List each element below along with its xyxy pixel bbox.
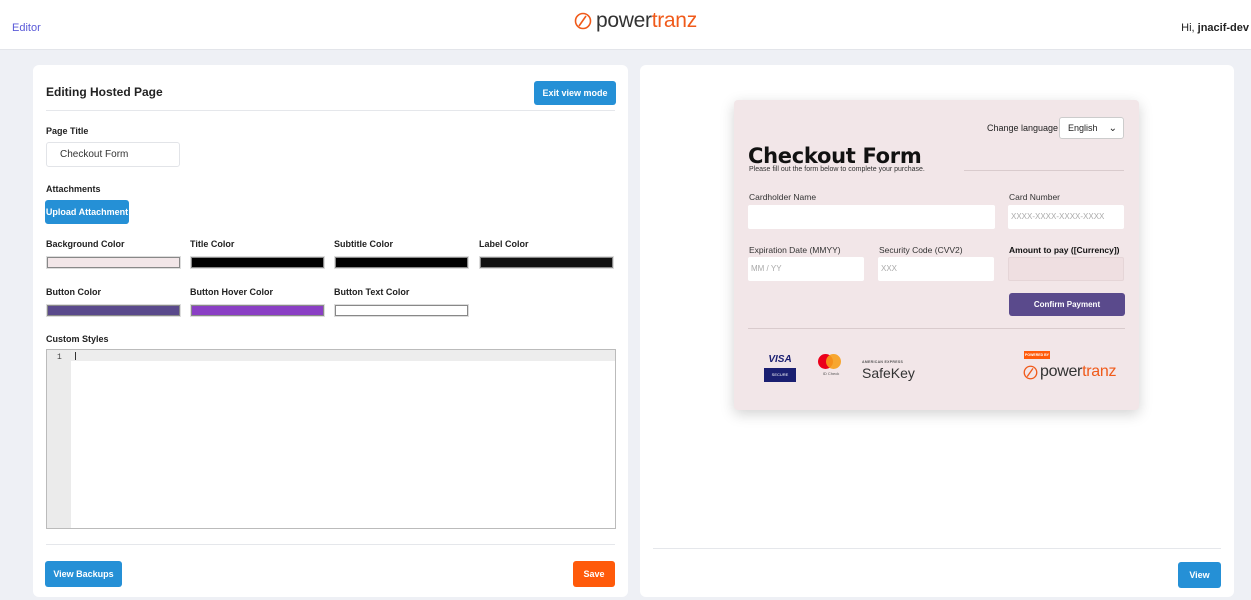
panel-title: Editing Hosted Page xyxy=(46,85,163,99)
top-bar: Editor powertranz Hi, jnacif-dev xyxy=(0,0,1251,50)
card-number-label: Card Number xyxy=(1009,192,1061,202)
button-hover-color-label: Button Hover Color xyxy=(190,287,273,297)
button-color-label: Button Color xyxy=(46,287,101,297)
custom-styles-code-editor[interactable]: 1 xyxy=(46,349,616,529)
attachments-label: Attachments xyxy=(46,184,101,194)
checkout-form-preview: Change language English ⌄ Checkout Form … xyxy=(734,100,1139,410)
background-color-swatch[interactable] xyxy=(46,256,181,269)
card-number-input[interactable]: XXXX-XXXX-XXXX-XXXX xyxy=(1008,205,1124,229)
view-button[interactable]: View xyxy=(1178,562,1221,588)
text-cursor xyxy=(75,352,76,360)
powertranz-footer-logo: powertranz xyxy=(1023,364,1116,380)
safekey-text: SafeKey xyxy=(862,365,915,381)
amount-to-pay-input xyxy=(1008,257,1124,281)
brand-text-tranz: tranz xyxy=(651,9,697,32)
cardholder-name-input[interactable] xyxy=(748,205,995,229)
editor-link[interactable]: Editor xyxy=(12,22,41,34)
powertranz-logo-icon xyxy=(1023,365,1038,379)
button-text-color-swatch[interactable] xyxy=(334,304,469,317)
button-color-swatch[interactable] xyxy=(46,304,181,317)
line-number-gutter: 1 xyxy=(47,350,71,528)
change-language-label: Change language xyxy=(987,123,1059,133)
powertranz-logo-icon xyxy=(574,12,592,29)
page-title-label: Page Title xyxy=(46,126,89,136)
language-select[interactable]: English ⌄ xyxy=(1059,117,1124,139)
visa-secure-text: SECURE xyxy=(764,368,796,382)
editor-panel: Editing Hosted Page Exit view mode Page … xyxy=(33,65,628,597)
page-title-input[interactable]: Checkout Form xyxy=(46,142,180,167)
expiration-date-label: Expiration Date (MMYY) xyxy=(749,245,841,255)
button-text-color-label: Button Text Color xyxy=(334,287,410,297)
username: jnacif-dev xyxy=(1197,22,1249,34)
divider xyxy=(653,548,1221,549)
greeting-text: Hi, xyxy=(1181,22,1198,34)
amex-text: AMERICAN EXPRESS xyxy=(862,360,904,364)
label-color-label: Label Color xyxy=(479,239,529,249)
powertranz-logo: powertranz xyxy=(574,10,697,31)
brand-text-tranz: tranz xyxy=(1082,363,1117,380)
subtitle-color-label: Subtitle Color xyxy=(334,239,393,249)
confirm-payment-button[interactable]: Confirm Payment xyxy=(1009,293,1125,316)
language-value: English xyxy=(1068,123,1098,133)
visa-text: VISA xyxy=(768,354,792,365)
amount-to-pay-label: Amount to pay ([Currency]) xyxy=(1009,245,1120,255)
cardholder-name-label: Cardholder Name xyxy=(749,192,817,202)
divider xyxy=(748,328,1125,329)
title-color-swatch[interactable] xyxy=(190,256,325,269)
active-line-highlight xyxy=(71,350,615,361)
upload-attachment-button[interactable]: Upload Attachment xyxy=(45,200,129,224)
checkout-subtitle: Please fill out the form below to comple… xyxy=(749,166,925,173)
line-number: 1 xyxy=(57,353,62,362)
expiration-date-input[interactable]: MM / YY xyxy=(748,257,864,281)
divider xyxy=(964,170,1124,171)
brand-text-power: power xyxy=(1040,363,1083,380)
custom-styles-label: Custom Styles xyxy=(46,334,109,344)
user-greeting[interactable]: Hi, jnacif-dev xyxy=(1181,22,1249,34)
powered-by-badge: POWERED BY xyxy=(1024,351,1050,359)
mastercard-id-check-logo: ID Check xyxy=(816,352,846,382)
security-code-input[interactable]: XXX xyxy=(878,257,994,281)
amex-safekey-logo: AMERICAN EXPRESS SafeKey xyxy=(862,360,915,381)
visa-secure-logo: VISA SECURE xyxy=(764,352,796,384)
exit-view-mode-button[interactable]: Exit view mode xyxy=(534,81,616,105)
background-color-label: Background Color xyxy=(46,239,125,249)
chevron-down-icon: ⌄ xyxy=(1108,123,1117,134)
mastercard-text: ID Check xyxy=(822,371,840,376)
brand-text-power: power xyxy=(596,9,652,32)
divider xyxy=(46,110,615,111)
label-color-swatch[interactable] xyxy=(479,256,614,269)
security-code-label: Security Code (CVV2) xyxy=(879,245,963,255)
subtitle-color-swatch[interactable] xyxy=(334,256,469,269)
title-color-label: Title Color xyxy=(190,239,235,249)
save-button[interactable]: Save xyxy=(573,561,615,587)
button-hover-color-swatch[interactable] xyxy=(190,304,325,317)
checkout-title: Checkout Form xyxy=(748,144,922,168)
divider xyxy=(46,544,615,545)
view-backups-button[interactable]: View Backups xyxy=(45,561,122,587)
